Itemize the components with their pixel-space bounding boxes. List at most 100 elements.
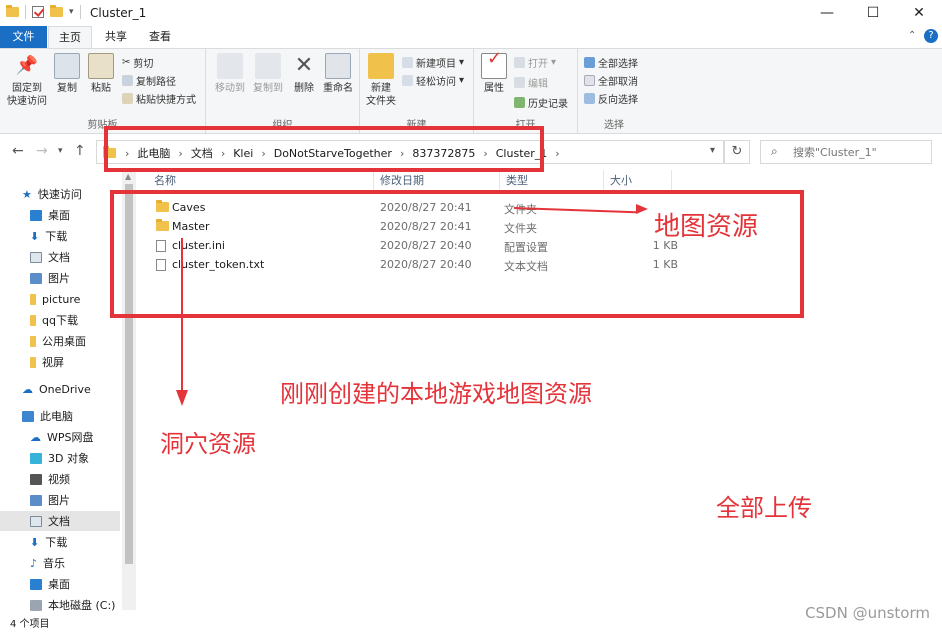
column-header-modified[interactable]: 修改日期 bbox=[374, 170, 500, 192]
annotation-map-resources: 地图资源 bbox=[654, 212, 759, 242]
drive-icon bbox=[30, 599, 42, 611]
music-icon: ♪ bbox=[30, 556, 38, 570]
folder-icon bbox=[30, 356, 36, 368]
download-icon: ⬇ bbox=[30, 229, 40, 243]
move-to-button[interactable]: 移动到 bbox=[212, 53, 248, 95]
select-none-icon bbox=[584, 75, 595, 86]
paste-shortcut-button[interactable]: 粘贴快捷方式 bbox=[122, 91, 196, 106]
sidebar-item-quick-access[interactable]: ★ 快速访问 bbox=[0, 184, 120, 204]
sidebar-item-video-folder[interactable]: 视屏 bbox=[0, 352, 120, 372]
search-input[interactable] bbox=[793, 144, 923, 160]
help-icon[interactable]: ? bbox=[924, 29, 938, 43]
new-item-button[interactable]: 新建项目 ▾ bbox=[402, 55, 464, 70]
copy-to-button[interactable]: 复制到 bbox=[250, 53, 286, 95]
copy-icon bbox=[54, 53, 80, 79]
sidebar-item-music[interactable]: ♪ 音乐 bbox=[0, 553, 120, 573]
scroll-up-icon[interactable]: ▲ bbox=[125, 172, 131, 181]
ribbon-tabs: 文件 主页 共享 查看 ⌃ ? bbox=[0, 26, 942, 48]
sidebar-item-picture-folder[interactable]: picture bbox=[0, 289, 120, 309]
folder-icon bbox=[30, 293, 36, 305]
sidebar-item-3d-objects[interactable]: 3D 对象 bbox=[0, 448, 120, 468]
back-arrow-icon[interactable]: ← bbox=[12, 143, 24, 159]
sidebar-item-public-desktop[interactable]: 公用桌面 bbox=[0, 331, 120, 351]
easy-access-icon bbox=[402, 75, 413, 86]
history-icon bbox=[514, 97, 525, 108]
copy-path-icon bbox=[122, 75, 133, 86]
cut-button[interactable]: ✂ 剪切 bbox=[122, 55, 153, 70]
minimize-button[interactable]: — bbox=[804, 0, 850, 26]
copy-path-button[interactable]: 复制路径 bbox=[122, 73, 176, 88]
column-header-name[interactable]: 名称 bbox=[148, 170, 374, 192]
maximize-button[interactable]: ☐ bbox=[850, 0, 896, 26]
sidebar-item-downloads-pc[interactable]: ⬇ 下载 bbox=[0, 532, 120, 552]
rename-button[interactable]: 重命名 bbox=[320, 53, 356, 95]
copy-button[interactable]: 复制 bbox=[52, 53, 82, 95]
customize-dropdown-icon[interactable]: ▾ bbox=[69, 7, 74, 17]
sidebar-item-wps-drive[interactable]: ☁ WPS网盘 bbox=[0, 427, 120, 447]
cube-icon bbox=[30, 452, 42, 464]
desktop-icon bbox=[30, 209, 42, 221]
tab-home[interactable]: 主页 bbox=[48, 26, 92, 48]
copy-to-icon bbox=[255, 53, 281, 79]
sidebar-item-onedrive[interactable]: ☁ OneDrive bbox=[0, 379, 120, 399]
tab-share[interactable]: 共享 bbox=[96, 26, 136, 48]
folder-icon bbox=[30, 335, 36, 347]
sidebar-item-pictures-pc[interactable]: 图片 bbox=[0, 490, 120, 510]
picture-icon bbox=[30, 272, 42, 284]
column-header-size[interactable]: 大小 bbox=[604, 170, 672, 192]
up-arrow-icon[interactable]: ↑ bbox=[74, 143, 86, 159]
folder-icon bbox=[30, 314, 36, 326]
address-dropdown-icon[interactable]: ▾ bbox=[710, 145, 715, 156]
new-item-icon bbox=[402, 57, 413, 68]
sidebar-item-documents[interactable]: 文档 bbox=[0, 247, 120, 267]
ribbon-collapse-icon[interactable]: ⌃ bbox=[908, 30, 916, 41]
sidebar-item-documents-pc[interactable]: 文档 bbox=[0, 511, 120, 531]
window-title: Cluster_1 bbox=[90, 6, 147, 20]
recent-locations-chevron-icon[interactable]: ▾ bbox=[58, 146, 63, 156]
item-count: 4 个项目 bbox=[10, 619, 50, 630]
paste-label: 粘贴 bbox=[91, 83, 111, 94]
select-none-button[interactable]: 全部取消 bbox=[584, 73, 638, 88]
dropdown-arrow-icon: ▾ bbox=[551, 57, 557, 68]
invert-selection-button[interactable]: 反向选择 bbox=[584, 91, 638, 106]
forward-arrow-icon[interactable]: → bbox=[36, 143, 48, 159]
easy-access-button[interactable]: 轻松访问 ▾ bbox=[402, 73, 464, 88]
tab-view[interactable]: 查看 bbox=[140, 26, 180, 48]
computer-icon bbox=[22, 410, 34, 422]
sidebar-item-this-pc[interactable]: 此电脑 bbox=[0, 406, 120, 426]
properties-button[interactable]: ✓ 属性 bbox=[480, 50, 508, 95]
tab-file[interactable]: 文件 bbox=[0, 26, 47, 48]
rename-icon bbox=[325, 53, 351, 79]
watermark: CSDN @unstorm bbox=[805, 604, 930, 622]
pin-to-quick-access-button[interactable]: 📌 固定到 快速访问 bbox=[4, 53, 50, 108]
close-button[interactable]: ✕ bbox=[896, 0, 942, 26]
new-folder-button[interactable]: 新建 文件夹 bbox=[364, 53, 398, 108]
annotation-caves: 洞穴资源 bbox=[160, 430, 256, 458]
new-folder-icon[interactable] bbox=[50, 5, 63, 17]
open-button[interactable]: 打开 ▾ bbox=[514, 55, 556, 70]
select-all-button[interactable]: 全部选择 bbox=[584, 55, 638, 70]
refresh-button[interactable]: ↻ bbox=[724, 140, 750, 164]
history-button[interactable]: 历史记录 bbox=[514, 95, 568, 110]
pin-icon: 📌 bbox=[15, 55, 39, 76]
sidebar-item-qq-downloads[interactable]: qq下载 bbox=[0, 310, 120, 330]
new-folder-icon bbox=[368, 53, 394, 79]
cloud-icon: ☁ bbox=[30, 430, 41, 444]
select-all-icon bbox=[584, 57, 595, 68]
annotation-arrow bbox=[181, 238, 183, 390]
sidebar-item-desktop[interactable]: 桌面 bbox=[0, 205, 120, 225]
sidebar-item-pictures[interactable]: 图片 bbox=[0, 268, 120, 288]
sidebar-item-downloads[interactable]: ⬇ 下载 bbox=[0, 226, 120, 246]
search-box[interactable]: ⌕ bbox=[760, 140, 932, 164]
sidebar-item-videos[interactable]: 视频 bbox=[0, 469, 120, 489]
properties-check-icon[interactable] bbox=[32, 6, 44, 18]
arrow-head-icon bbox=[636, 204, 648, 214]
organize-group: 移动到 复制到 ✕ 删除 重命名 组织 bbox=[206, 49, 360, 133]
sidebar-item-desktop-pc[interactable]: 桌面 bbox=[0, 574, 120, 594]
column-header-type[interactable]: 类型 bbox=[500, 170, 604, 192]
delete-button[interactable]: ✕ 删除 bbox=[290, 53, 318, 95]
divider bbox=[79, 5, 81, 19]
select-group-label: 选择 bbox=[604, 120, 624, 131]
edit-button[interactable]: 编辑 bbox=[514, 75, 548, 90]
paste-button[interactable]: 粘贴 bbox=[86, 53, 116, 95]
